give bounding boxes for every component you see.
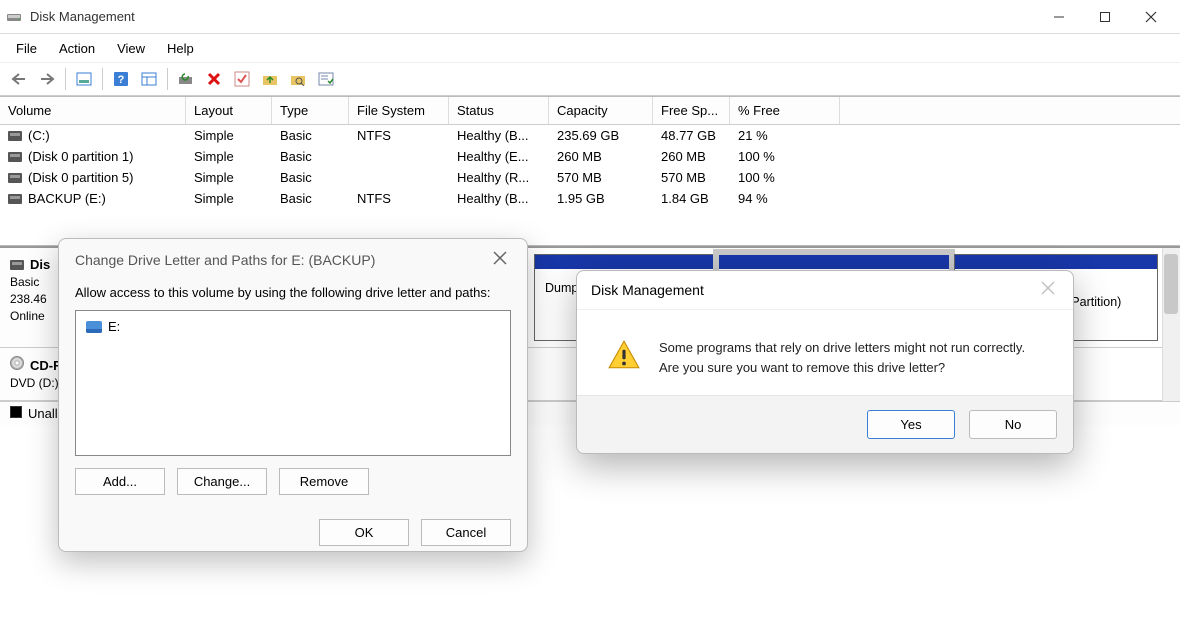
- no-button[interactable]: No: [969, 410, 1057, 439]
- title-bar: Disk Management: [0, 0, 1180, 34]
- disk-icon: [10, 260, 24, 270]
- vertical-scrollbar[interactable]: [1162, 248, 1180, 401]
- remove-button[interactable]: Remove: [279, 468, 369, 495]
- menu-help[interactable]: Help: [157, 37, 204, 60]
- minimize-button[interactable]: [1036, 3, 1082, 31]
- drive-icon: [86, 321, 102, 333]
- col-layout[interactable]: Layout: [186, 97, 272, 124]
- add-button[interactable]: Add...: [75, 468, 165, 495]
- col-status[interactable]: Status: [449, 97, 549, 124]
- confirm-dialog: Disk Management Some programs that rely …: [576, 270, 1074, 454]
- table-row[interactable]: BACKUP (E:) Simple Basic NTFS Healthy (B…: [0, 188, 1180, 209]
- close-icon[interactable]: [493, 251, 511, 269]
- forward-icon[interactable]: [34, 66, 60, 92]
- help-icon[interactable]: ?: [108, 66, 134, 92]
- yes-button[interactable]: Yes: [867, 410, 955, 439]
- volume-table: Volume Layout Type File System Status Ca…: [0, 96, 1180, 246]
- svg-text:?: ?: [118, 74, 125, 86]
- col-volume[interactable]: Volume: [0, 97, 186, 124]
- list-item[interactable]: E:: [84, 317, 502, 336]
- change-drive-letter-dialog: Change Drive Letter and Paths for E: (BA…: [58, 238, 528, 552]
- app-icon: [6, 9, 22, 25]
- col-pctfree[interactable]: % Free: [730, 97, 840, 124]
- window-title: Disk Management: [30, 9, 1036, 24]
- list-item-label: E:: [108, 319, 120, 334]
- col-filesystem[interactable]: File System: [349, 97, 449, 124]
- checklist-icon[interactable]: [229, 66, 255, 92]
- close-button[interactable]: [1128, 3, 1174, 31]
- menu-bar: File Action View Help: [0, 34, 1180, 62]
- warning-icon: [607, 338, 641, 372]
- dialog1-instruction: Allow access to this volume by using the…: [75, 285, 511, 300]
- settings-view-icon[interactable]: [136, 66, 162, 92]
- properties-icon[interactable]: [313, 66, 339, 92]
- table-row[interactable]: (Disk 0 partition 1) Simple Basic Health…: [0, 146, 1180, 167]
- close-icon[interactable]: [1041, 281, 1059, 299]
- toolbar: ?: [0, 62, 1180, 96]
- delete-icon[interactable]: [201, 66, 227, 92]
- ok-button[interactable]: OK: [319, 519, 409, 546]
- table-body: (C:) Simple Basic NTFS Healthy (B... 235…: [0, 125, 1180, 245]
- col-freesp[interactable]: Free Sp...: [653, 97, 730, 124]
- drive-letter-list[interactable]: E:: [75, 310, 511, 456]
- menu-view[interactable]: View: [107, 37, 155, 60]
- maximize-button[interactable]: [1082, 3, 1128, 31]
- folder-up-icon[interactable]: [257, 66, 283, 92]
- change-button[interactable]: Change...: [177, 468, 267, 495]
- col-type[interactable]: Type: [272, 97, 349, 124]
- cd-icon: [10, 356, 24, 370]
- menu-file[interactable]: File: [6, 37, 47, 60]
- cancel-button[interactable]: Cancel: [421, 519, 511, 546]
- table-row[interactable]: (Disk 0 partition 5) Simple Basic Health…: [0, 167, 1180, 188]
- col-capacity[interactable]: Capacity: [549, 97, 653, 124]
- folder-search-icon[interactable]: [285, 66, 311, 92]
- menu-action[interactable]: Action: [49, 37, 105, 60]
- refresh-icon[interactable]: [173, 66, 199, 92]
- dialog1-title: Change Drive Letter and Paths for E: (BA…: [75, 252, 375, 268]
- show-hide-tree-icon[interactable]: [71, 66, 97, 92]
- back-icon[interactable]: [6, 66, 32, 92]
- table-row[interactable]: (C:) Simple Basic NTFS Healthy (B... 235…: [0, 125, 1180, 146]
- dialog2-title: Disk Management: [591, 282, 704, 298]
- table-header: Volume Layout Type File System Status Ca…: [0, 97, 1180, 125]
- disk-name: Dis: [30, 257, 50, 272]
- dialog2-message: Some programs that rely on drive letters…: [659, 338, 1025, 377]
